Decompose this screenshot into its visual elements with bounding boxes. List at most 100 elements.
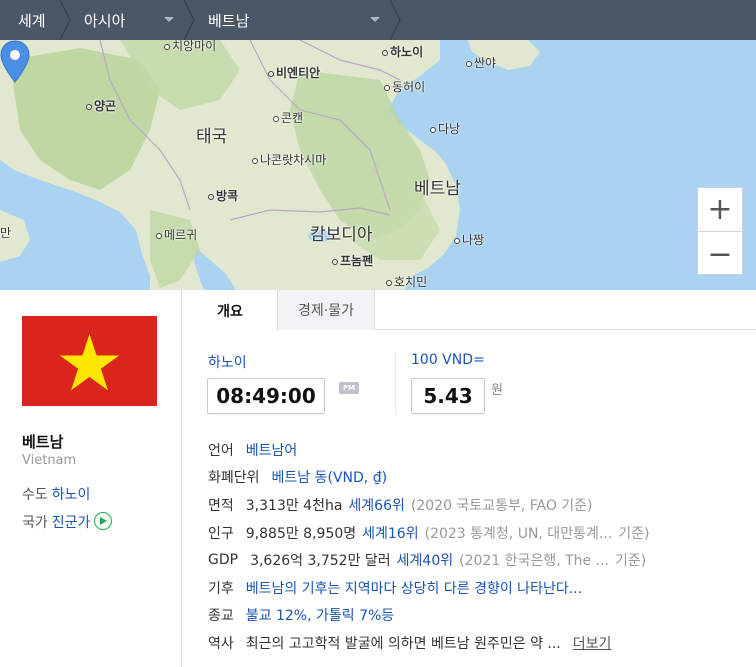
city-dot-icon: [386, 279, 392, 286]
country-name-en: Vietnam: [22, 453, 77, 468]
clock-city[interactable]: 하노이: [208, 352, 247, 372]
capital-dot-icon: [208, 193, 214, 200]
map-label-hanoi: 하노이: [382, 43, 423, 60]
map-label-shanya: 싼야: [466, 54, 496, 71]
city-dot-icon: [430, 126, 436, 133]
info-row-gdp: GDP 3,626억 3,752만 달러 세계40위 (2021 한국은행, T…: [208, 546, 748, 574]
map-label-donghoi: 동허이: [384, 78, 425, 95]
gdp-source: (2021 한국은행, The ...: [459, 553, 609, 570]
capital-dot-icon: [268, 70, 274, 77]
map-view[interactable]: 치앙마이 비엔티안 하노이 싼야 양곤 동허이 태국 콘캔 다낭 나콘랏차시마 …: [0, 40, 756, 290]
detail-tabs: 개요 경제·물가: [183, 290, 756, 331]
info-label: 역사: [208, 635, 234, 652]
divider: [395, 352, 396, 414]
map-zoom-control: + −: [697, 187, 743, 275]
religion-link[interactable]: 불교 12%, 가톨릭 7%등: [246, 605, 394, 625]
exchange-unit: 원: [491, 383, 503, 398]
tab-economy[interactable]: 경제·물가: [278, 290, 375, 330]
info-row-religion: 종교 불교 12%, 가톨릭 7%등: [208, 602, 748, 630]
info-row-history: 역사 최근의 고고학적 발굴에 의하면 베트남 원주민은 약 ... 더보기: [208, 629, 748, 657]
capital-row: 수도 하노이: [22, 484, 90, 504]
vietnam-flag-icon: [22, 316, 157, 406]
city-dot-icon: [86, 103, 92, 110]
breadcrumb-label: 아시아: [84, 11, 126, 30]
breadcrumb-label: 세계: [18, 11, 46, 30]
breadcrumb-asia[interactable]: 아시아: [66, 0, 195, 40]
climate-link[interactable]: 베트남의 기후는 지역마다 상당히 다른 경향이 나타난다...: [246, 578, 582, 598]
map-label-phnompenh: 프놈펜: [332, 252, 373, 269]
info-label: GDP: [208, 552, 239, 569]
info-row-climate: 기후 베트남의 기후는 지역마다 상당히 다른 경향이 나타난다...: [208, 574, 748, 602]
area-value: 3,313만 4천ha: [245, 497, 343, 514]
history-text: 최근의 고고학적 발굴에 의하면 베트남 원주민은 약 ...: [245, 635, 561, 652]
more-link[interactable]: 더보기: [573, 633, 612, 653]
local-time: 08:49:00: [207, 378, 325, 414]
map-label-mergui: 메르귀: [156, 226, 197, 243]
info-label: 기후: [208, 580, 234, 597]
breadcrumb-label: 베트남: [208, 11, 250, 30]
area-rank-link[interactable]: 세계66위: [348, 495, 404, 515]
country-summary: 베트남 Vietnam 수도 하노이 국가 진군가: [0, 290, 182, 667]
breadcrumb: 세계 아시아 베트남: [0, 0, 756, 40]
capital-label: 수도: [22, 487, 48, 503]
info-row-population: 인구 9,885만 8,950명 세계16위 (2023 통계청, UN, 대만…: [208, 519, 748, 547]
capital-dot-icon: [382, 49, 388, 56]
area-source: (2020 국토교통부, FAO 기준): [410, 497, 593, 514]
map-label-nhatrang: 나짱: [454, 231, 484, 248]
country-details: 개요 경제·물가 하노이 08:49:00 PM 100 VND= 5.43 원…: [183, 290, 756, 667]
info-label: 언어: [208, 442, 234, 459]
city-dot-icon: [384, 84, 390, 91]
dropdown-arrow-icon: [370, 17, 380, 22]
info-row-currency: 화폐단위 베트남 동(VND, ₫): [208, 464, 748, 492]
map-label-hochiminh: 호치민: [386, 273, 427, 290]
tab-overview[interactable]: 개요: [183, 290, 278, 331]
info-row-area: 면적 3,313만 4천ha 세계66위 (2020 국토교통부, FAO 기준…: [208, 491, 748, 519]
country-name: 베트남: [22, 433, 64, 451]
exchange-rate: 5.43: [411, 378, 485, 414]
minus-icon[interactable]: −: [698, 232, 742, 276]
info-label: 종교: [208, 608, 234, 625]
currency-link[interactable]: 베트남 동(VND, ₫): [272, 467, 388, 487]
map-label-cambodia: 캄보디아: [310, 225, 373, 245]
info-row-language: 언어 베트남어: [208, 436, 748, 464]
chevron-separator-icon: [390, 0, 401, 40]
breadcrumb-vietnam[interactable]: 베트남: [190, 0, 401, 40]
population-value: 9,885만 8,950명: [245, 525, 357, 542]
map-land-shapes: [0, 40, 540, 290]
info-label: 면적: [208, 497, 234, 514]
plus-icon[interactable]: +: [698, 188, 742, 232]
city-dot-icon: [273, 115, 279, 122]
city-dot-icon: [454, 237, 460, 244]
ampm-badge: PM: [339, 382, 359, 394]
info-label: 화폐단위: [208, 470, 260, 487]
city-dot-icon: [466, 60, 472, 67]
city-dot-icon: [164, 43, 170, 50]
gdp-source-tail: 기준): [614, 553, 647, 570]
gdp-rank-link[interactable]: 세계40위: [397, 550, 453, 570]
anthem-label: 국가: [22, 515, 48, 531]
map-label-vietnam: 베트남: [414, 179, 461, 199]
population-source: (2023 통계청, UN, 대만통계...: [424, 525, 613, 542]
dropdown-arrow-icon: [164, 17, 174, 22]
map-label-bangkok: 방콕: [208, 187, 238, 204]
city-dot-icon: [252, 157, 258, 164]
info-list: 언어 베트남어 화폐단위 베트남 동(VND, ₫) 면적 3,313만 4천h…: [208, 436, 748, 657]
map-label-khonkaen: 콘캔: [273, 109, 303, 126]
gdp-value: 3,626억 3,752만 달러: [250, 553, 391, 570]
anthem-row: 국가 진군가: [22, 512, 113, 532]
map-label-edge: 만: [0, 226, 12, 240]
language-link[interactable]: 베트남어: [246, 440, 298, 460]
capital-dot-icon: [332, 258, 338, 265]
map-label-danang: 다낭: [430, 120, 460, 137]
breadcrumb-world[interactable]: 세계: [0, 0, 71, 40]
location-pin-icon[interactable]: [0, 40, 30, 84]
capital-link[interactable]: 하노이: [52, 487, 91, 503]
play-icon[interactable]: [94, 512, 113, 530]
population-source-tail: 기준): [618, 525, 650, 542]
map-label-chiangmai: 치앙마이: [164, 40, 216, 54]
anthem-link[interactable]: 진군가: [52, 515, 91, 531]
population-rank-link[interactable]: 세계16위: [362, 523, 418, 543]
map-label-yangon: 양곤: [86, 97, 116, 114]
exchange-base[interactable]: 100 VND=: [411, 352, 485, 368]
map-label-thailand: 태국: [196, 127, 228, 147]
